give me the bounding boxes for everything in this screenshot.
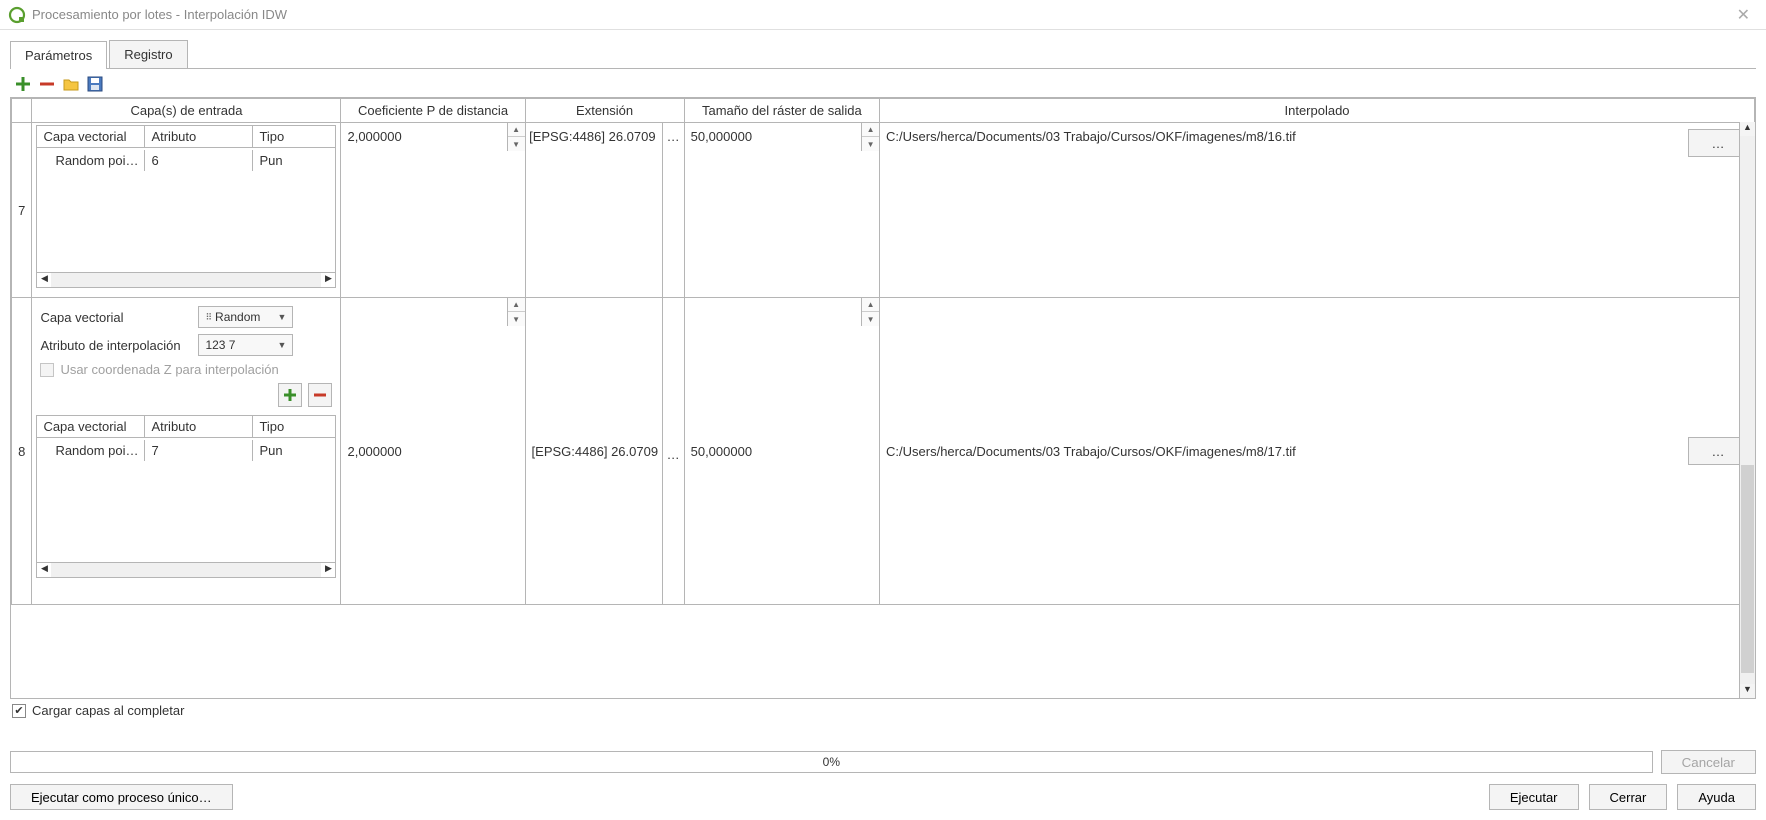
window-title: Procesamiento por lotes - Interpolación … [32,7,1729,22]
inner-col-capa: Capa vectorial [37,126,145,147]
cargar-checkbox[interactable]: ✔ [12,704,26,718]
chevron-down-icon: ▼ [278,340,287,350]
interp-path[interactable]: C:/Users/herca/Documents/03 Trabajo/Curs… [880,298,1682,604]
capas-cell: Capa vectorial ⠿Random ▼ Atributo de int… [32,298,341,605]
layer-tipo[interactable]: Pun [253,440,291,461]
layer-attr[interactable]: 6 [145,150,253,171]
spin-down-icon[interactable]: ▼ [508,312,525,326]
coef-cell[interactable]: 2,000000 ▲ ▼ [341,298,525,605]
capa-combo[interactable]: ⠿Random ▼ [198,306,293,328]
scroll-down-icon[interactable]: ▼ [1740,684,1755,698]
tab-registro[interactable]: Registro [109,40,187,68]
chevron-down-icon: ▼ [278,312,287,322]
spin-up-icon[interactable]: ▲ [862,123,879,137]
run-button[interactable]: Ejecutar [1489,784,1579,810]
scroll-right-icon[interactable]: ▶ [321,273,335,287]
add-layer-button[interactable] [278,383,302,407]
col-capas: Capa(s) de entrada [32,99,341,123]
col-tam: Tamaño del ráster de salida [684,99,879,123]
capa-label: Capa vectorial [40,310,190,325]
spin-down-icon[interactable]: ▼ [862,312,879,326]
scroll-up-icon[interactable]: ▲ [1740,122,1755,136]
help-button[interactable]: Ayuda [1677,784,1756,810]
close-button[interactable]: Cerrar [1589,784,1668,810]
spin-up-icon[interactable]: ▲ [508,123,525,137]
attr-combo[interactable]: 123 7 ▼ [198,334,293,356]
coef-value[interactable]: 2,000000 [341,298,506,604]
inner-col-tipo: Tipo [253,126,291,147]
layer-name[interactable]: Random poi… [37,150,145,171]
attr-label: Atributo de interpolación [40,338,190,353]
inner-col-attr: Atributo [145,126,253,147]
hscroll-track[interactable] [51,563,321,577]
inner-col-tipo: Tipo [253,416,291,437]
inner-col-attr: Atributo [145,416,253,437]
ext-more-button[interactable]: … [662,123,684,297]
ext-value[interactable]: 26.0709 [EPSG:4486] [526,298,662,604]
layer-tipo[interactable]: Pun [253,150,291,171]
z-checkbox[interactable] [40,363,54,377]
hscroll-track[interactable] [51,273,321,287]
ext-more-button[interactable]: … [662,298,684,604]
vertical-scrollbar[interactable]: ▲ ▼ [1739,122,1755,698]
spin-up-icon[interactable]: ▲ [862,298,879,312]
remove-layer-button[interactable] [308,383,332,407]
tam-value[interactable]: 50,000000 [685,123,861,297]
capas-cell: Capa vectorial Atributo Tipo Random poi…… [32,123,341,298]
spin-up-icon[interactable]: ▲ [508,298,525,312]
add-row-icon[interactable] [14,75,32,93]
spin-down-icon[interactable]: ▼ [862,137,879,151]
tam-cell[interactable]: 50,000000 ▲ ▼ [684,298,879,605]
progress-bar: 0% [10,751,1653,773]
z-label: Usar coordenada Z para interpolación [60,362,278,377]
interp-cell: C:/Users/herca/Documents/03 Trabajo/Curs… [880,298,1755,605]
col-interp: Interpolado [880,99,1755,123]
coef-value[interactable]: 2,000000 [341,123,506,297]
cancel-button[interactable]: Cancelar [1661,750,1756,774]
cargar-label: Cargar capas al completar [32,703,184,718]
tab-parametros[interactable]: Parámetros [10,41,107,69]
scroll-right-icon[interactable]: ▶ [321,563,335,577]
interp-cell: C:/Users/herca/Documents/03 Trabajo/Curs… [880,123,1755,298]
col-ext: Extensión [525,99,684,123]
interp-path[interactable]: C:/Users/herca/Documents/03 Trabajo/Curs… [880,123,1682,297]
scroll-left-icon[interactable]: ◀ [37,563,51,577]
col-coef: Coeficiente P de distancia [341,99,525,123]
save-icon[interactable] [86,75,104,93]
tam-value[interactable]: 50,000000 [685,298,861,604]
inner-col-capa: Capa vectorial [37,416,145,437]
ext-value[interactable]: 26.0709 [EPSG:4486] [526,123,662,297]
ext-cell[interactable]: 26.0709 [EPSG:4486] … [525,298,684,605]
tam-cell[interactable]: 50,000000 ▲ ▼ [684,123,879,298]
close-icon[interactable]: ✕ [1729,5,1758,25]
spin-down-icon[interactable]: ▼ [508,137,525,151]
run-single-button[interactable]: Ejecutar como proceso único… [10,784,233,810]
layer-name[interactable]: Random poi… [37,440,145,461]
row-number: 8 [12,298,32,605]
scroll-left-icon[interactable]: ◀ [37,273,51,287]
ext-cell[interactable]: 26.0709 [EPSG:4486] … [525,123,684,298]
qgis-icon [8,6,26,24]
coef-cell[interactable]: 2,000000 ▲ ▼ [341,123,525,298]
remove-row-icon[interactable] [38,75,56,93]
open-folder-icon[interactable] [62,75,80,93]
layer-attr[interactable]: 7 [145,440,253,461]
row-number: 7 [12,123,32,298]
